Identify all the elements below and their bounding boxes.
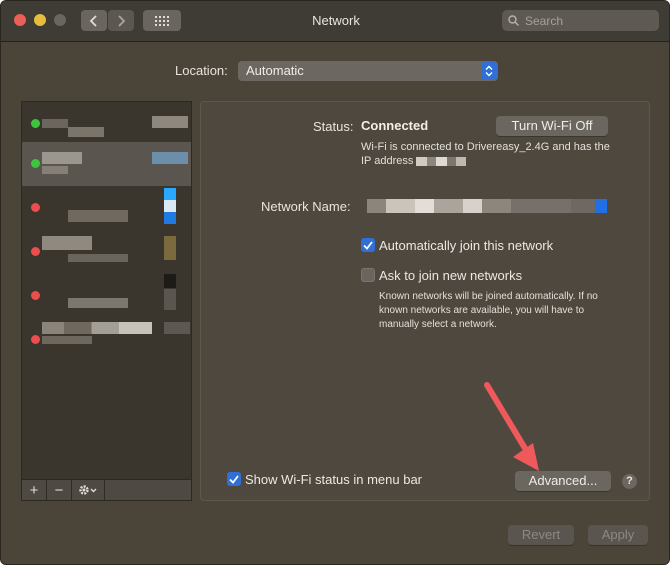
- status-dot: [31, 335, 40, 344]
- checkmark-icon: [229, 474, 239, 484]
- redacted-detail: [68, 254, 128, 262]
- service-item[interactable]: [22, 274, 191, 318]
- redacted-name: [42, 119, 68, 128]
- redacted-name: [42, 152, 82, 164]
- location-value: Automatic: [246, 63, 304, 78]
- search-box[interactable]: [502, 10, 659, 31]
- service-item-selected[interactable]: [22, 142, 191, 186]
- ask-join-label: Ask to join new networks: [379, 268, 523, 283]
- title-bar: Network: [1, 1, 669, 42]
- redacted-name: [68, 210, 128, 222]
- redacted-detail: [68, 127, 104, 137]
- service-list[interactable]: + −: [21, 101, 192, 501]
- status-dot: [31, 291, 40, 300]
- redacted-name: [42, 236, 92, 250]
- service-actions-button[interactable]: [72, 480, 105, 500]
- status-dot: [31, 159, 40, 168]
- add-service-button[interactable]: +: [22, 480, 47, 500]
- redacted-name: [68, 298, 128, 308]
- network-name-dropdown[interactable]: [367, 199, 607, 213]
- turn-wifi-off-button[interactable]: Turn Wi-Fi Off: [496, 116, 608, 136]
- redacted-detail: [42, 336, 92, 344]
- location-dropdown[interactable]: Automatic: [238, 61, 498, 81]
- network-preferences-window: Network Location: Automatic: [0, 0, 670, 565]
- redacted-icon: [164, 188, 176, 224]
- redacted-icon: [164, 236, 176, 260]
- gear-icon: [79, 485, 97, 495]
- redacted-name: [42, 322, 152, 334]
- remove-service-button[interactable]: −: [47, 480, 72, 500]
- status-description-text: Wi-Fi is connected to Drivereasy_2.4G an…: [361, 141, 610, 167]
- help-button[interactable]: ?: [622, 474, 637, 489]
- search-input[interactable]: [523, 12, 647, 29]
- search-icon: [508, 15, 519, 26]
- status-dot: [31, 119, 40, 128]
- dropdown-arrows-icon: [481, 62, 497, 80]
- checkmark-icon: [363, 240, 373, 250]
- status-label: Status:: [313, 119, 354, 134]
- redacted-detail: [42, 166, 68, 174]
- location-label: Location:: [175, 63, 228, 78]
- redacted-ip-address: [416, 156, 467, 166]
- auto-join-label: Automatically join this network: [379, 238, 554, 253]
- revert-button[interactable]: Revert: [508, 525, 574, 545]
- service-item[interactable]: [22, 230, 191, 274]
- auto-join-checkbox[interactable]: [361, 238, 375, 252]
- status-description: Wi-Fi is connected to Drivereasy_2.4G an…: [361, 140, 621, 168]
- ask-join-help-text: Known networks will be joined automatica…: [379, 291, 598, 330]
- annotation-arrow-icon: [484, 382, 539, 471]
- network-name-label: Network Name:: [261, 199, 351, 214]
- service-item[interactable]: [22, 318, 191, 362]
- ask-join-checkbox[interactable]: [361, 268, 375, 282]
- status-value: Connected: [361, 118, 429, 133]
- service-item[interactable]: [22, 102, 191, 146]
- service-item[interactable]: [22, 186, 191, 230]
- show-wifi-status-checkbox[interactable]: [227, 472, 241, 486]
- status-dot: [31, 247, 40, 256]
- redacted-icon: [164, 322, 190, 334]
- service-list-toolbar: + −: [22, 479, 191, 500]
- apply-button[interactable]: Apply: [588, 525, 648, 545]
- show-wifi-status-label: Show Wi-Fi status in menu bar: [245, 472, 423, 487]
- redacted-icon: [164, 274, 176, 310]
- status-dot: [31, 203, 40, 212]
- redacted-icon: [152, 152, 188, 164]
- redacted-icon: [152, 116, 188, 128]
